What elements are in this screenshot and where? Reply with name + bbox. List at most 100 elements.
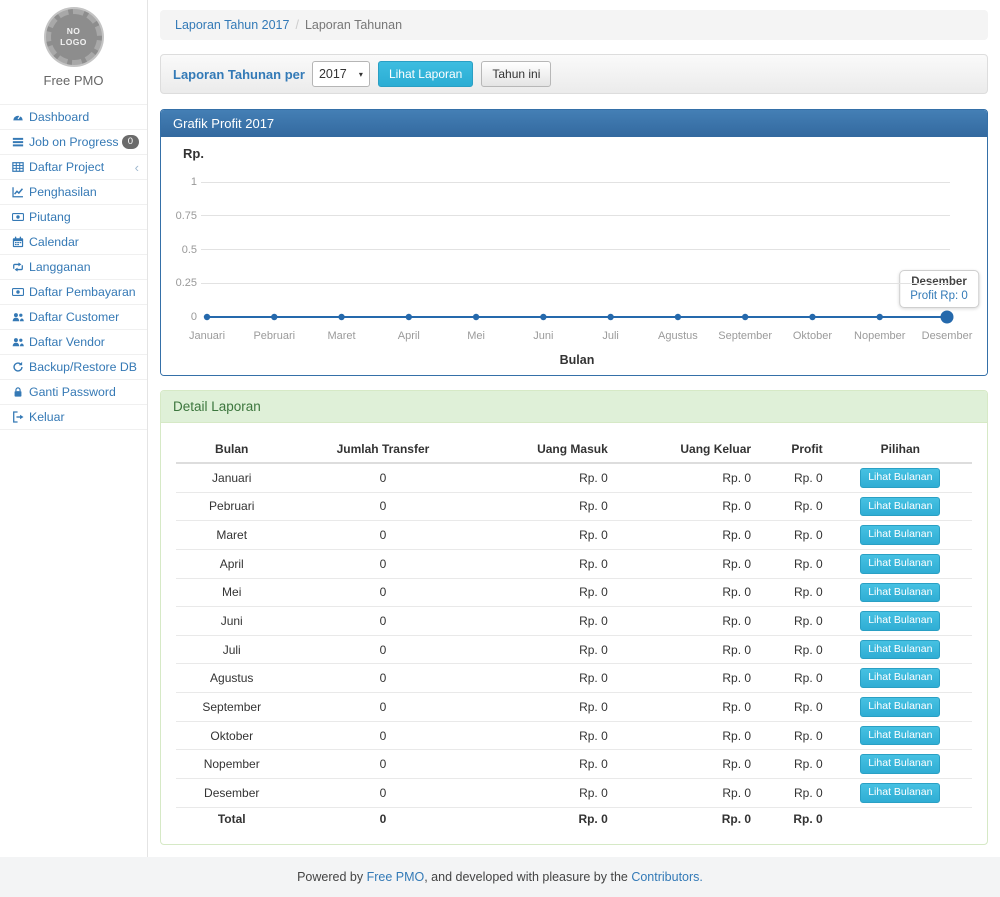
data-point-januari — [204, 314, 210, 320]
cell-uang-masuk: Rp. 0 — [478, 750, 613, 779]
footer-link-free-pmo[interactable]: Free PMO — [367, 870, 425, 884]
sidebar-item-label: Keluar — [29, 410, 65, 424]
total-cell-bulan: Total — [176, 807, 287, 830]
sidebar-item-calendar[interactable]: Calendar — [0, 230, 147, 255]
cell-pilihan: Lihat Bulanan — [829, 607, 972, 636]
sidebar-item-label: Penghasilan — [29, 185, 97, 199]
cell-pilihan: Lihat Bulanan — [829, 549, 972, 578]
column-header-pilihan: Pilihan — [829, 436, 972, 463]
data-point-agustus — [675, 314, 681, 320]
cell-uang-keluar: Rp. 0 — [614, 721, 757, 750]
chart-body: Rp. Desember Profit Rp: 0 Bulan 00.250.5… — [161, 137, 987, 375]
data-point-desember — [941, 311, 954, 324]
cell-jumlah-transfer: 0 — [287, 635, 478, 664]
data-point-mei — [473, 314, 479, 320]
sidebar-item-label: Daftar Vendor — [29, 335, 105, 349]
logo-text: NOLOGO — [60, 26, 87, 47]
total-cell-uang-masuk: Rp. 0 — [478, 807, 613, 830]
app-window: NOLOGO Free PMO DashboardJob on Progress… — [0, 0, 1000, 897]
cell-uang-keluar: Rp. 0 — [614, 492, 757, 521]
cell-profit: Rp. 0 — [757, 549, 829, 578]
total-cell-profit: Rp. 0 — [757, 807, 829, 830]
sidebar-item-ganti-password[interactable]: Ganti Password — [0, 380, 147, 405]
cell-uang-masuk: Rp. 0 — [478, 721, 613, 750]
cell-uang-masuk: Rp. 0 — [478, 521, 613, 550]
lihat-bulanan-button[interactable]: Lihat Bulanan — [860, 525, 940, 545]
table-row-september: September0Rp. 0Rp. 0Rp. 0Lihat Bulanan — [176, 693, 972, 722]
data-point-juli — [607, 314, 613, 320]
table-row-januari: Januari0Rp. 0Rp. 0Rp. 0Lihat Bulanan — [176, 463, 972, 492]
lihat-bulanan-button[interactable]: Lihat Bulanan — [860, 668, 940, 688]
lihat-bulanan-button[interactable]: Lihat Bulanan — [860, 640, 940, 660]
cell-pilihan: Lihat Bulanan — [829, 664, 972, 693]
dashboard-icon — [9, 111, 26, 123]
cell-profit: Rp. 0 — [757, 521, 829, 550]
sidebar-item-daftar-vendor[interactable]: Daftar Vendor — [0, 330, 147, 355]
cell-profit: Rp. 0 — [757, 578, 829, 607]
cell-bulan: Januari — [176, 463, 287, 492]
sidebar-item-label: Langganan — [29, 260, 91, 274]
sidebar-item-label: Calendar — [29, 235, 79, 249]
table-row-nopember: Nopember0Rp. 0Rp. 0Rp. 0Lihat Bulanan — [176, 750, 972, 779]
sidebar-item-piutang[interactable]: Piutang — [0, 205, 147, 230]
users-icon — [9, 311, 26, 323]
lihat-bulanan-button[interactable]: Lihat Bulanan — [860, 726, 940, 746]
cell-jumlah-transfer: 0 — [287, 664, 478, 693]
lihat-bulanan-button[interactable]: Lihat Bulanan — [860, 611, 940, 631]
breadcrumb-link-laporan-tahun[interactable]: Laporan Tahun 2017 — [175, 18, 289, 32]
cell-uang-masuk: Rp. 0 — [478, 578, 613, 607]
sidebar-item-dashboard[interactable]: Dashboard — [0, 105, 147, 130]
users-icon — [9, 336, 26, 348]
money-icon — [9, 211, 26, 223]
total-cell-pilihan-empty — [829, 807, 972, 830]
cell-profit: Rp. 0 — [757, 463, 829, 492]
lihat-bulanan-button[interactable]: Lihat Bulanan — [860, 497, 940, 517]
sidebar-item-job-on-progress[interactable]: Job on Progress0 — [0, 130, 147, 155]
cell-bulan: Pebruari — [176, 492, 287, 521]
cell-jumlah-transfer: 0 — [287, 521, 478, 550]
footer-link-contributors[interactable]: Contributors. — [631, 870, 703, 884]
column-header-uang-keluar: Uang Keluar — [614, 436, 757, 463]
detail-panel-title: Detail Laporan — [161, 391, 987, 423]
year-filter-label: Laporan Tahunan per — [173, 67, 305, 82]
cell-uang-keluar: Rp. 0 — [614, 664, 757, 693]
tahun-ini-button[interactable]: Tahun ini — [481, 61, 551, 87]
table-row-mei: Mei0Rp. 0Rp. 0Rp. 0Lihat Bulanan — [176, 578, 972, 607]
cell-bulan: Mei — [176, 578, 287, 607]
cell-bulan: Juli — [176, 635, 287, 664]
lihat-bulanan-button[interactable]: Lihat Bulanan — [860, 468, 940, 488]
sidebar-item-keluar[interactable]: Keluar — [0, 405, 147, 430]
caret-down-icon: ▾ — [359, 70, 363, 79]
lihat-bulanan-button[interactable]: Lihat Bulanan — [860, 583, 940, 603]
lihat-bulanan-button[interactable]: Lihat Bulanan — [860, 754, 940, 774]
lihat-laporan-button[interactable]: Lihat Laporan — [378, 61, 473, 87]
lihat-bulanan-button[interactable]: Lihat Bulanan — [860, 697, 940, 717]
table-row-juli: Juli0Rp. 0Rp. 0Rp. 0Lihat Bulanan — [176, 635, 972, 664]
column-header-bulan: Bulan — [176, 436, 287, 463]
lihat-bulanan-button[interactable]: Lihat Bulanan — [860, 783, 940, 803]
cell-bulan: Oktober — [176, 721, 287, 750]
year-select[interactable]: 2017 ▾ — [312, 61, 370, 87]
data-point-september — [742, 314, 748, 320]
sidebar-item-label: Ganti Password — [29, 385, 116, 399]
cell-pilihan: Lihat Bulanan — [829, 578, 972, 607]
sidebar-item-label: Daftar Project — [29, 160, 104, 174]
sidebar-item-backup-restore-db[interactable]: Backup/Restore DB — [0, 355, 147, 380]
sidebar-item-label: Daftar Customer — [29, 310, 119, 324]
retweet-icon — [9, 261, 26, 273]
cell-profit: Rp. 0 — [757, 779, 829, 808]
sidebar-item-penghasilan[interactable]: Penghasilan — [0, 180, 147, 205]
sidebar-item-daftar-project[interactable]: Daftar Project‹ — [0, 155, 147, 180]
lihat-bulanan-button[interactable]: Lihat Bulanan — [860, 554, 940, 574]
line-chart-icon — [9, 186, 26, 198]
sidebar-item-langganan[interactable]: Langganan — [0, 255, 147, 280]
cell-pilihan: Lihat Bulanan — [829, 750, 972, 779]
sidebar-item-daftar-customer[interactable]: Daftar Customer — [0, 305, 147, 330]
cell-jumlah-transfer: 0 — [287, 779, 478, 808]
cell-pilihan: Lihat Bulanan — [829, 693, 972, 722]
cell-profit: Rp. 0 — [757, 635, 829, 664]
data-point-nopember — [877, 314, 883, 320]
sidebar-item-daftar-pembayaran[interactable]: Daftar Pembayaran — [0, 280, 147, 305]
column-header-jumlah-transfer: Jumlah Transfer — [287, 436, 478, 463]
cell-uang-keluar: Rp. 0 — [614, 521, 757, 550]
